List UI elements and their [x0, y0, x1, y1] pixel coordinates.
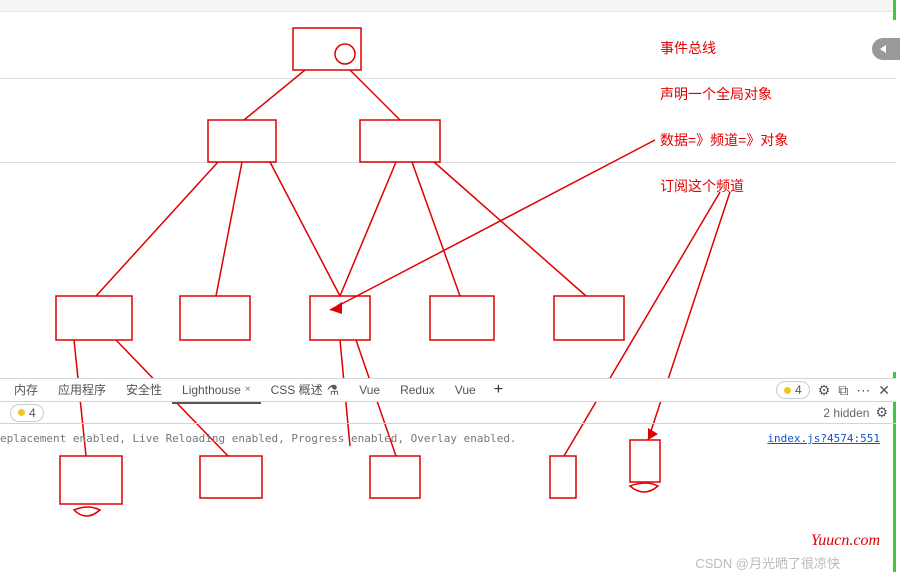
warning-count: 4 [795, 383, 802, 397]
gear-icon[interactable]: ⚙ [818, 382, 831, 399]
close-devtools-icon[interactable]: ✕ [878, 382, 890, 399]
tab-vue-1[interactable]: Vue [349, 378, 390, 402]
annotation-3: 数据=》频道=》对象 [660, 130, 788, 150]
console-warning-pill[interactable]: 4 [10, 404, 44, 422]
console-log-line: eplacement enabled, Live Reloading enabl… [0, 432, 517, 445]
console-log-source-link[interactable]: index.js?4574:551 [767, 432, 880, 445]
annotation-2: 声明一个全局对象 [660, 84, 772, 104]
watermark-csdn: CSDN @月光晒了很凉快 [695, 553, 840, 572]
green-indicator-top [893, 0, 896, 20]
tab-vue-2[interactable]: Vue [445, 378, 486, 402]
console-gear-icon[interactable]: ⚙ [875, 404, 888, 421]
tab-lighthouse[interactable]: Lighthouse × [172, 378, 261, 404]
tab-css-overview[interactable]: CSS 概述 ⚗ [261, 378, 350, 402]
tab-memory[interactable]: 内存 [4, 378, 48, 402]
tab-application[interactable]: 应用程序 [48, 378, 116, 402]
warning-dot-icon [18, 409, 25, 416]
side-drawer-tab[interactable] [872, 38, 900, 60]
browser-top-strip [0, 0, 894, 12]
tab-redux[interactable]: Redux [390, 378, 445, 402]
close-icon[interactable]: × [245, 378, 251, 402]
more-icon[interactable]: ⋯ [856, 382, 870, 399]
separator-2 [0, 162, 896, 163]
add-tab-button[interactable]: + [486, 381, 511, 399]
console-status-bar: 4 2 hidden ⚙ [0, 402, 896, 424]
warning-dot-icon [784, 387, 791, 394]
warning-badge[interactable]: 4 [776, 381, 810, 399]
annotation-4: 订阅这个频道 [660, 176, 744, 196]
tab-security[interactable]: 安全性 [116, 378, 172, 402]
dock-icon[interactable]: ⧉ [838, 382, 848, 399]
devtools-tabbar: 内存 应用程序 安全性 Lighthouse × CSS 概述 ⚗ Vue Re… [0, 378, 896, 402]
separator-1 [0, 78, 896, 79]
annotation-1: 事件总线 [660, 38, 716, 58]
watermark-brand: Yuucn.com [811, 532, 880, 550]
console-warning-count: 4 [29, 406, 36, 420]
tab-css-overview-label: CSS 概述 [271, 378, 323, 402]
hidden-count: 2 hidden [823, 406, 869, 420]
tab-lighthouse-label: Lighthouse [182, 378, 241, 402]
beaker-icon: ⚗ [327, 378, 340, 402]
